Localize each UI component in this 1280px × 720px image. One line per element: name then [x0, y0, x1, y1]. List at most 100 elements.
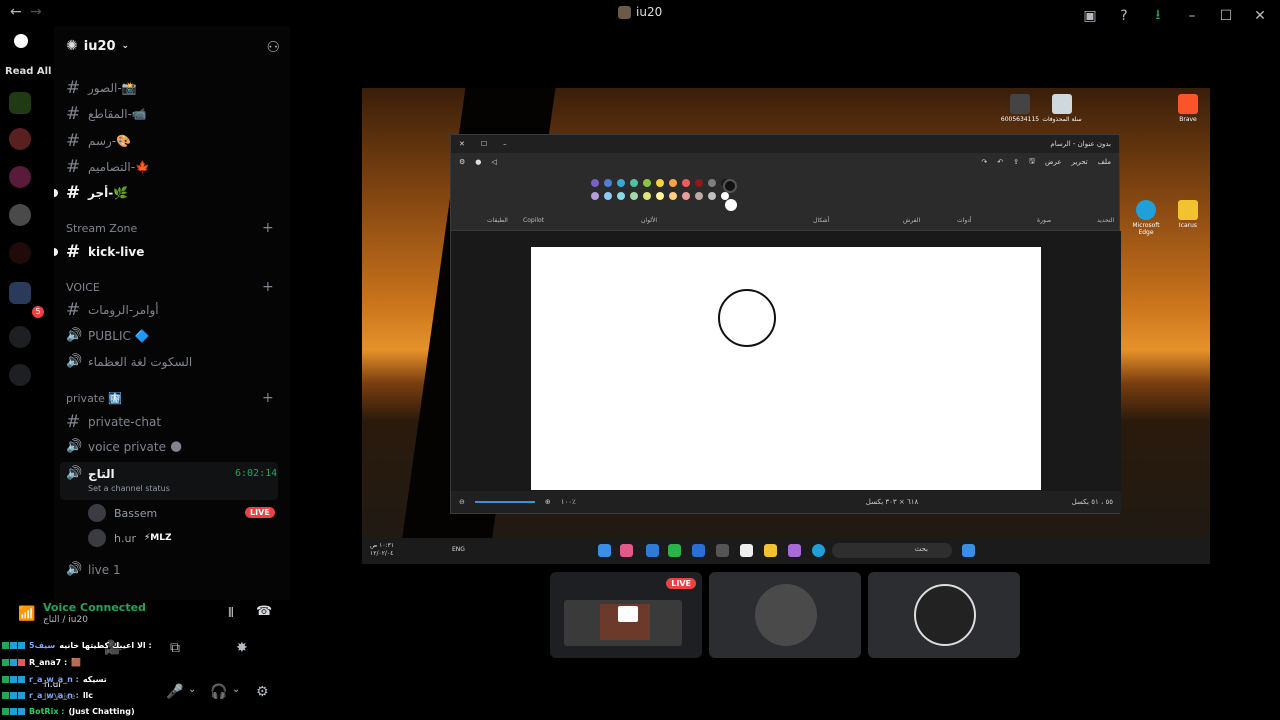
forward-icon[interactable]: →	[30, 4, 42, 20]
color-swatch[interactable]	[630, 179, 638, 187]
zoom-slider[interactable]	[474, 501, 535, 503]
color-swatch[interactable]	[630, 192, 638, 200]
voice-connected-subtitle[interactable]: التاج / iu20	[43, 615, 88, 625]
group-image[interactable]: صورة	[1037, 217, 1051, 224]
taskbar-icon[interactable]	[620, 544, 633, 557]
taskbar-icon[interactable]	[646, 544, 659, 557]
user-tile-hur[interactable]	[709, 572, 861, 658]
undo-icon[interactable]: ↶	[997, 158, 1003, 166]
category-private[interactable]: private 🩻	[66, 392, 122, 405]
channel-item-kick-live[interactable]: # kick-live	[66, 242, 144, 262]
language-indicator[interactable]: ENG	[452, 546, 465, 553]
desktop-icon-recycle-bin[interactable]: سلة المحذوفات	[1042, 94, 1082, 123]
disconnect-icon[interactable]: ☎	[256, 604, 272, 619]
start-icon[interactable]	[962, 544, 975, 557]
settings-icon[interactable]: ⚙	[256, 684, 269, 700]
color-swatch[interactable]	[617, 179, 625, 187]
activity-icon[interactable]: ✸	[236, 640, 248, 656]
desktop-icon-brave[interactable]: Brave	[1168, 94, 1208, 123]
voice-channel-item[interactable]: 🔊 voice private 🌑	[66, 439, 182, 454]
settings-icon[interactable]: ⚙	[459, 158, 465, 166]
invite-icon[interactable]: ⚇	[267, 38, 280, 56]
desktop-icon-file[interactable]: 6005634115	[1000, 94, 1040, 123]
add-channel-icon[interactable]: +	[262, 220, 274, 236]
zoom-in-icon[interactable]: ⊕	[545, 498, 551, 506]
active-channel-name[interactable]: 🔊 التاج	[66, 466, 115, 481]
signal-icon[interactable]: 📶	[18, 606, 35, 622]
microphone-icon[interactable]: 🎤	[166, 684, 183, 700]
menu-view[interactable]: عرض	[1045, 158, 1062, 166]
back-icon[interactable]: ←	[10, 4, 22, 20]
taskbar-icon[interactable]	[788, 544, 801, 557]
help-icon[interactable]: ?	[1116, 8, 1132, 24]
voice-channel-item[interactable]: 🔊 PUBLIC 🔷	[66, 328, 150, 343]
screen-share-icon[interactable]: ⧉	[170, 640, 180, 656]
chevron-down-icon[interactable]: ⌄	[232, 684, 240, 695]
channel-item[interactable]: # المقاطع-📹	[66, 104, 147, 124]
desktop-icon-edge[interactable]: Microsoft Edge	[1126, 200, 1166, 236]
category-stream-zone[interactable]: Stream Zone	[66, 222, 137, 235]
color-swatch[interactable]	[708, 192, 716, 200]
voice-channel-item[interactable]: 🔊 السكوت لغة العظماء	[66, 354, 192, 369]
share2-icon[interactable]: ⇪	[1013, 158, 1019, 166]
add-server-icon[interactable]	[9, 326, 31, 348]
taskbar-icon[interactable]	[692, 544, 705, 557]
color1-swatch[interactable]	[723, 179, 737, 193]
color-swatch[interactable]	[708, 179, 716, 187]
share-icon[interactable]: ◁	[491, 158, 496, 166]
discover-icon[interactable]	[9, 364, 31, 386]
group-colors[interactable]: الألوان	[641, 217, 657, 224]
zoom-level[interactable]: ١٠٠٪	[561, 498, 576, 506]
color-swatch[interactable]	[591, 192, 599, 200]
category-voice[interactable]: VOICE	[66, 281, 100, 294]
menu-edit[interactable]: تحرير	[1072, 158, 1088, 166]
server-icon-hawla[interactable]	[9, 166, 31, 188]
menu-file[interactable]: ملف	[1098, 158, 1111, 166]
channel-item[interactable]: # رسم-🎨	[66, 131, 131, 151]
home-icon[interactable]	[14, 34, 28, 48]
stream-view[interactable]: 6005634115 سلة المحذوفات Brave Microsoft…	[362, 88, 1210, 564]
color-swatch[interactable]	[695, 192, 703, 200]
profile-icon[interactable]: ●	[475, 158, 481, 166]
noise-suppression-icon[interactable]: ⦀	[228, 606, 234, 621]
color-swatch[interactable]	[604, 192, 612, 200]
color-swatch[interactable]	[656, 192, 664, 200]
add-channel-icon[interactable]: +	[262, 390, 274, 406]
desktop-icon-icarus[interactable]: Icarus	[1168, 200, 1208, 229]
server-icon-avatar[interactable]	[9, 204, 31, 226]
group-selection[interactable]: التحديد	[1097, 217, 1114, 224]
color-swatch[interactable]	[591, 179, 599, 187]
server-icon-578[interactable]	[9, 92, 31, 114]
redo-icon[interactable]: ↷	[981, 158, 987, 166]
voice-channel-item[interactable]: 🔊 live 1	[66, 562, 121, 577]
channel-item[interactable]: # أوامر-الرومات	[66, 300, 159, 320]
inbox-icon[interactable]: ▣	[1082, 8, 1098, 24]
taskbar-icon[interactable]	[598, 544, 611, 557]
read-all-button[interactable]: Read All	[5, 66, 51, 77]
group-brushes[interactable]: الفرش	[903, 217, 920, 224]
minimize-icon[interactable]: –	[1184, 8, 1200, 24]
drawing-canvas[interactable]	[531, 247, 1041, 490]
channel-item[interactable]: # private-chat	[66, 412, 161, 432]
color-swatch[interactable]	[643, 192, 651, 200]
channel-status[interactable]: Set a channel status	[88, 484, 170, 493]
channel-item[interactable]: # الصور-📸	[66, 78, 137, 98]
color-swatch[interactable]	[682, 192, 690, 200]
color2-swatch[interactable]	[725, 199, 737, 211]
close-icon[interactable]: ✕	[1252, 8, 1268, 24]
taskbar-search[interactable]: بحث	[832, 543, 952, 558]
taskbar-icon[interactable]	[716, 544, 729, 557]
stream-tile-bassem[interactable]: LIVE	[550, 572, 702, 658]
user-tile[interactable]	[868, 572, 1020, 658]
zoom-out-icon[interactable]: ⊖	[459, 498, 465, 506]
voice-user[interactable]: Bassem	[88, 504, 157, 522]
group-layers[interactable]: الطبقات	[487, 217, 508, 224]
headphones-icon[interactable]: 🎧	[210, 684, 227, 700]
taskbar-icon[interactable]	[740, 544, 753, 557]
color-swatch[interactable]	[617, 192, 625, 200]
file-explorer-icon[interactable]	[764, 544, 777, 557]
channel-item[interactable]: # أجر-🌿	[66, 183, 128, 203]
close-icon[interactable]: ✕	[459, 140, 465, 148]
color-swatch[interactable]	[643, 179, 651, 187]
group-shapes[interactable]: أشكال	[813, 217, 829, 224]
